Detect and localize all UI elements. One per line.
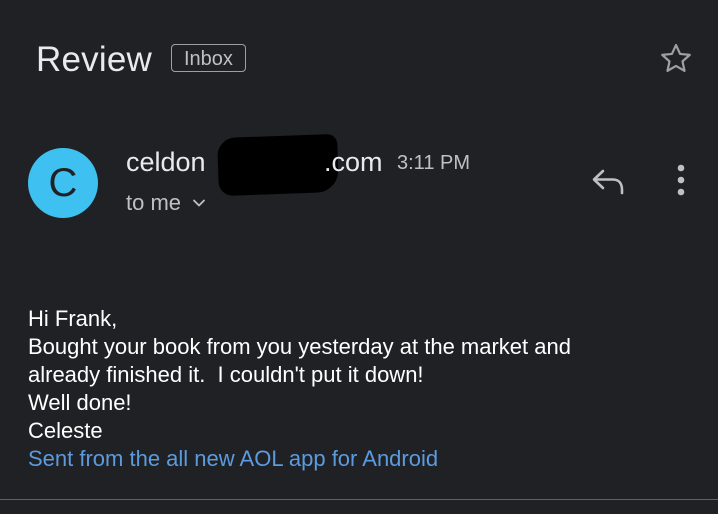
divider <box>0 499 718 500</box>
message-body: Hi Frank, Bought your book from you yest… <box>28 305 688 473</box>
body-line: Well done! <box>28 390 132 415</box>
inbox-label-chip[interactable]: Inbox <box>171 44 246 72</box>
body-line: already finished it. I couldn't put it d… <box>28 362 424 387</box>
reply-icon <box>592 169 624 195</box>
sender-local-part: celdon <box>126 147 206 177</box>
sender-domain: .com <box>324 147 383 177</box>
redaction-mark <box>217 133 339 197</box>
more-options-button[interactable] <box>668 162 694 198</box>
star-button[interactable] <box>657 40 695 78</box>
more-vert-icon <box>677 164 685 196</box>
sender-avatar[interactable]: C <box>28 148 98 218</box>
star-outline-icon <box>661 43 691 72</box>
chevron-down-icon <box>193 199 205 207</box>
email-subject: Review <box>36 40 152 79</box>
body-line: Celeste <box>28 418 103 443</box>
recipient-label: to me <box>126 190 182 215</box>
message-time: 3:11 PM <box>397 152 470 174</box>
body-line: Bought your book from you yesterday at t… <box>28 334 571 359</box>
reply-button[interactable] <box>588 164 628 198</box>
body-line: Hi Frank, <box>28 306 118 331</box>
app-signature-link[interactable]: Sent from the all new AOL app for Androi… <box>28 445 688 473</box>
recipient-details-toggle[interactable]: to me <box>126 188 207 218</box>
